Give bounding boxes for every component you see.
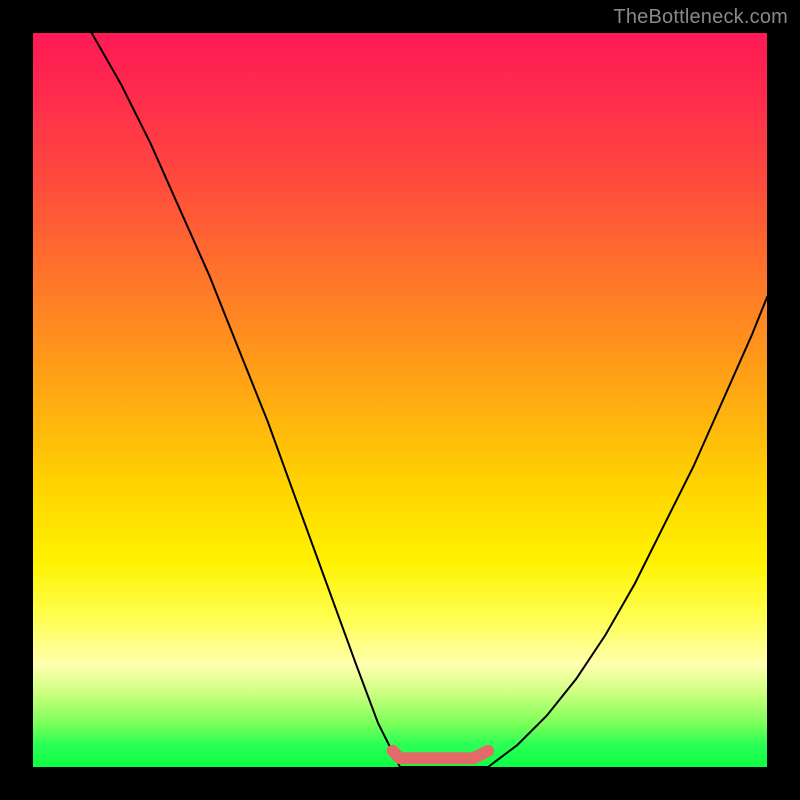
curve-layer — [33, 33, 767, 767]
bottleneck-curve-left — [92, 33, 400, 767]
trough-highlight-icon — [393, 751, 488, 758]
plot-area — [33, 33, 767, 767]
watermark-text: TheBottleneck.com — [613, 6, 788, 29]
chart-frame: TheBottleneck.com — [0, 0, 800, 800]
bottleneck-curve-right — [488, 297, 767, 767]
